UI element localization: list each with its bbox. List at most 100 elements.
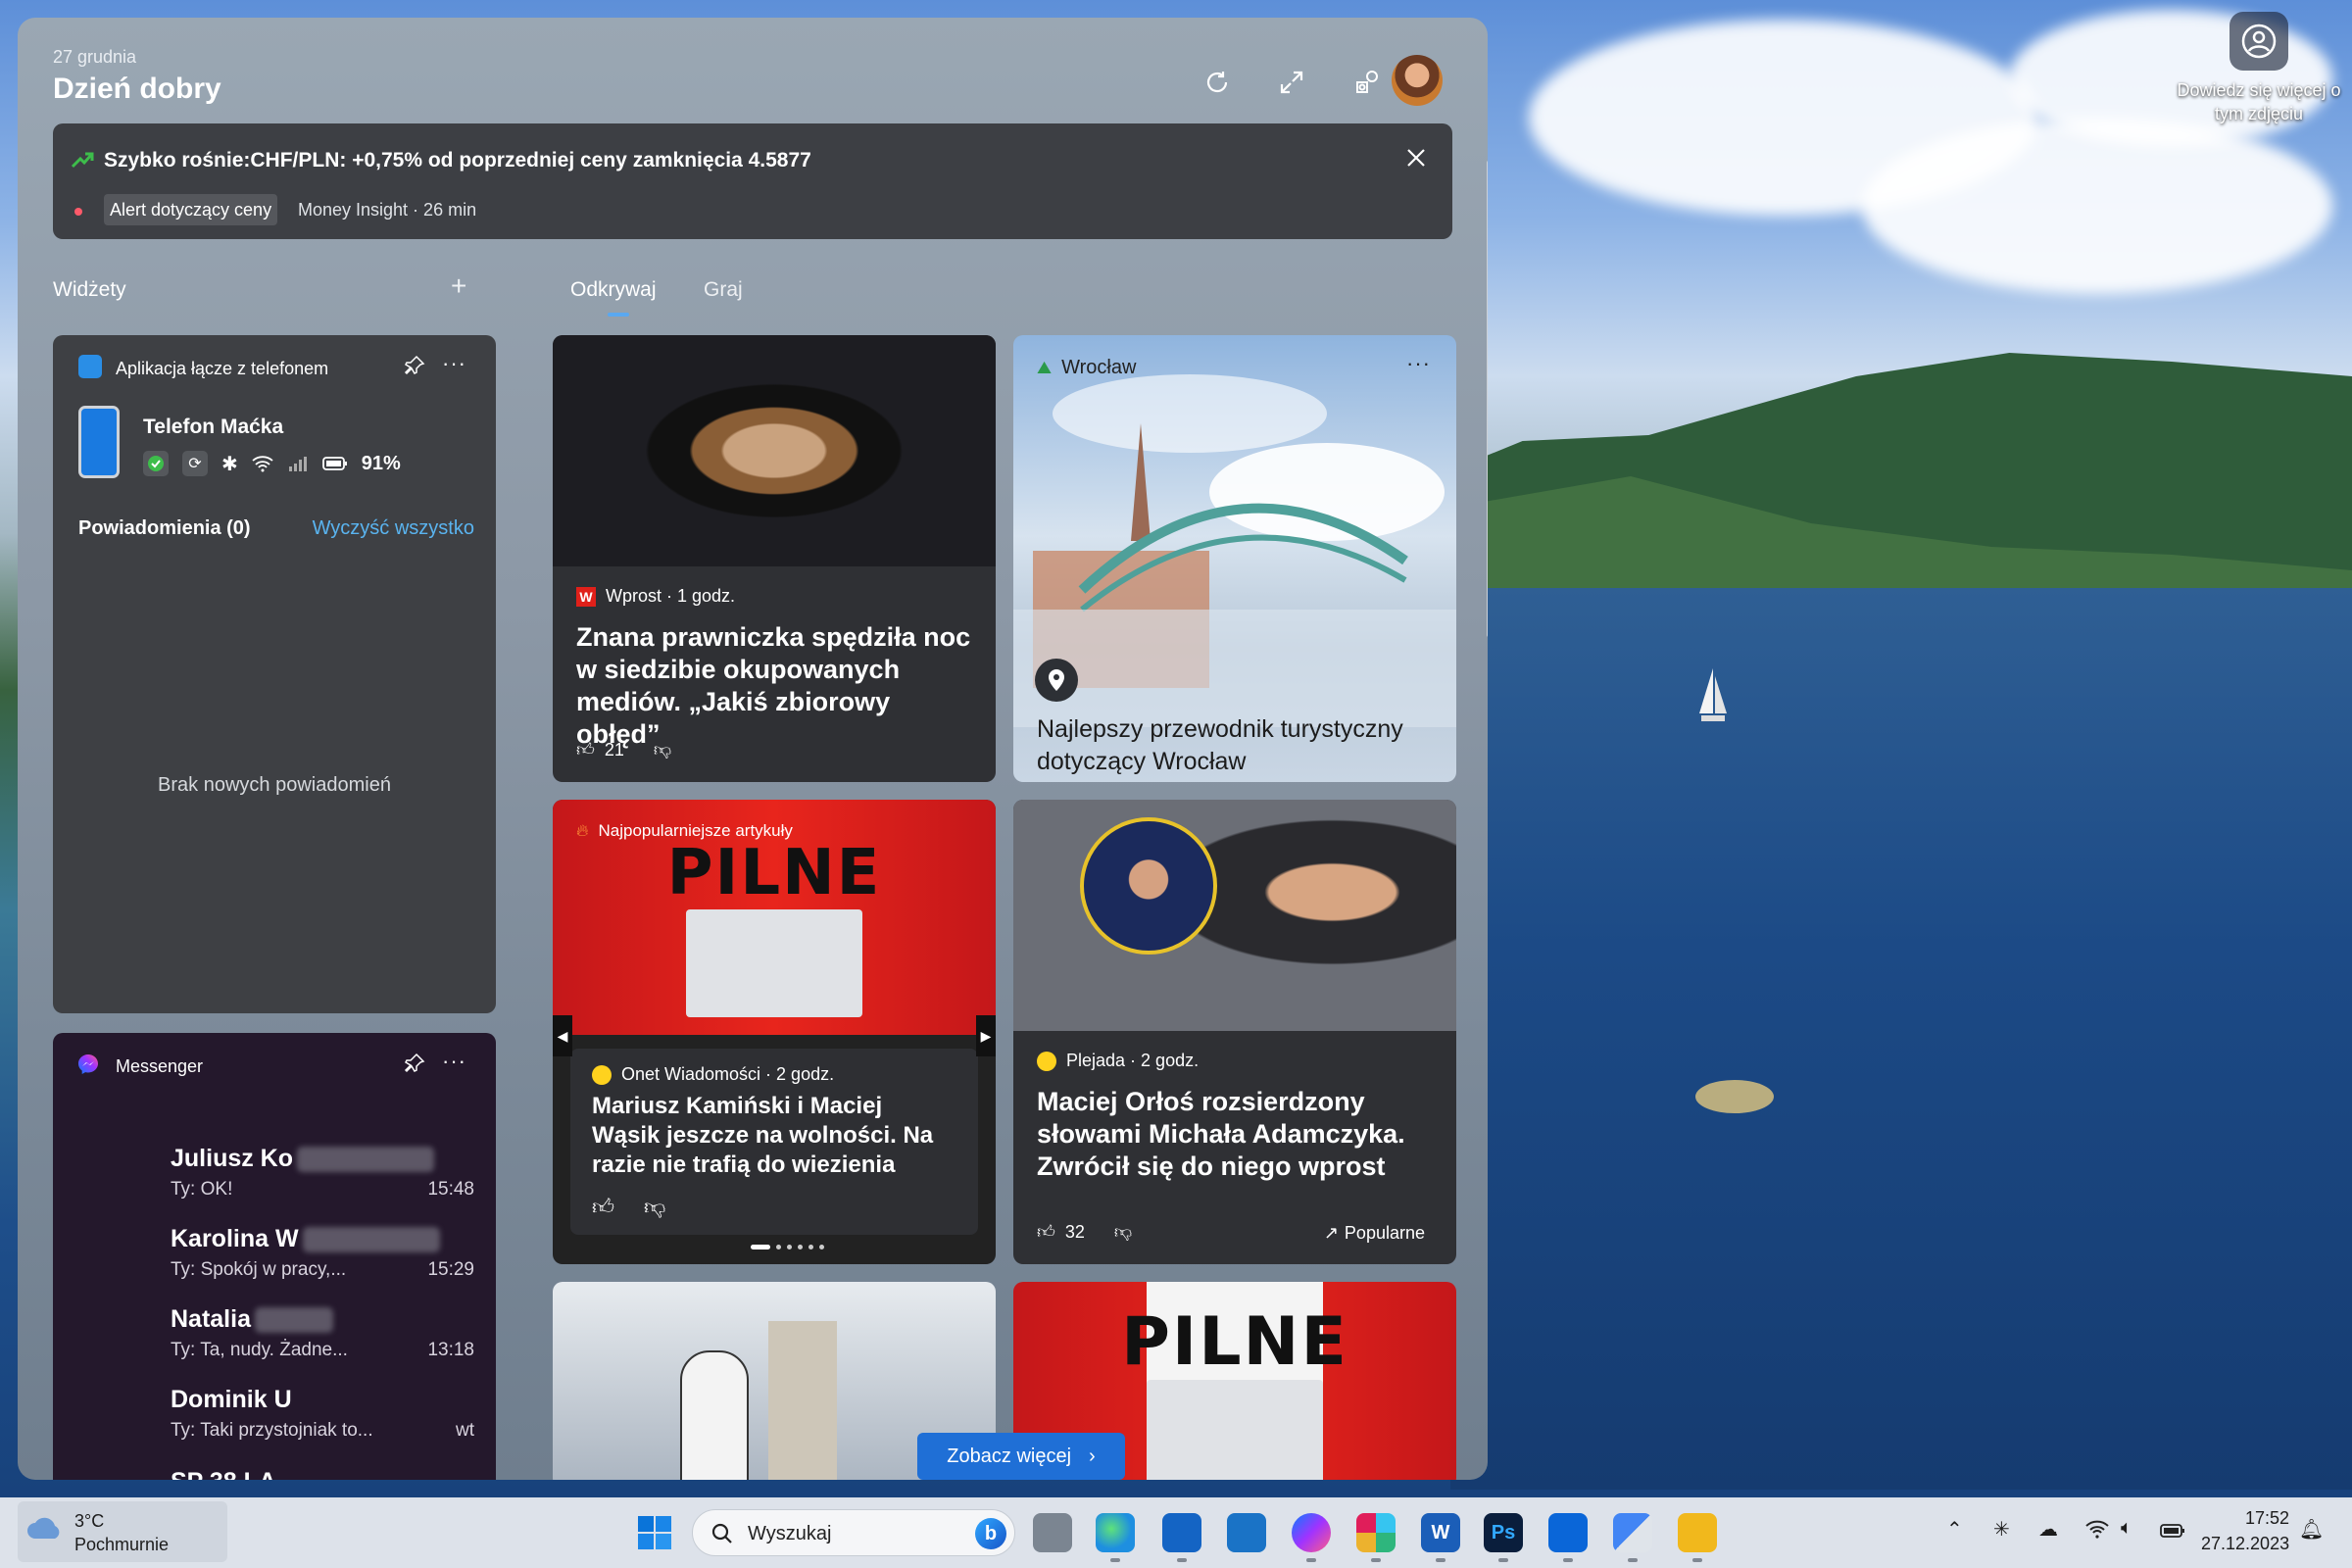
task-view-icon[interactable]	[1033, 1513, 1072, 1552]
card-title: Najlepszy przewodnik turystyczny dotyczą…	[1037, 715, 1403, 775]
page-dot[interactable]	[798, 1245, 803, 1250]
dislike-icon[interactable]: 👎︎	[1114, 1221, 1132, 1243]
chat-time: 13:18	[427, 1340, 474, 1360]
cloud	[1862, 118, 2332, 294]
messenger-app-icon[interactable]	[1292, 1513, 1331, 1562]
redacted-text	[302, 1226, 440, 1252]
redacted-text	[297, 1146, 435, 1172]
trello-icon[interactable]	[1548, 1513, 1588, 1562]
messenger-widget: Messenger ··· Juliusz Ko Ty: OK! 15:48 Ka…	[53, 1033, 496, 1480]
learn-more-label: Dowiedz się więcej o tym zdjęciu	[2177, 80, 2341, 123]
alert-dot	[74, 208, 82, 216]
profile-avatar[interactable]	[1392, 55, 1443, 106]
chevron-up-icon[interactable]: ⌃	[1946, 1517, 1963, 1542]
header-greeting: Dzień dobry	[53, 73, 221, 105]
battery-tray-icon[interactable]	[2160, 1523, 2185, 1539]
page-dot[interactable]	[776, 1245, 781, 1250]
taskbar-search[interactable]: Wyszukaj b	[692, 1509, 1015, 1556]
battery-icon	[321, 457, 347, 470]
photoshop-icon[interactable]: Ps	[1484, 1513, 1523, 1562]
file-explorer-icon[interactable]	[1678, 1513, 1717, 1562]
chat-item[interactable]: Natalia Ty: Ta, nudy. Żadne... 13:18	[171, 1305, 474, 1361]
see-more-button[interactable]: Zobacz więcej ›	[917, 1433, 1125, 1480]
more-options-icon[interactable]: ···	[442, 351, 466, 376]
pin-icon[interactable]	[404, 355, 425, 376]
tab-discover[interactable]: Odkrywaj	[570, 278, 657, 302]
more-options-icon[interactable]: ···	[442, 1049, 466, 1074]
carousel-article[interactable]: Onet Wiadomości · 2 godz. Mariusz Kamińs…	[570, 1049, 978, 1235]
refresh-button[interactable]	[1196, 61, 1239, 104]
volume-icon[interactable]: 🔈︎	[2121, 1517, 2132, 1540]
top-stories-badge: 🔥︎ Najpopularniejsze artykuły	[576, 821, 793, 841]
windows-start-icon[interactable]	[635, 1513, 674, 1552]
clock[interactable]: 17:52 27.12.2023	[2201, 1505, 2289, 1556]
check-icon[interactable]	[143, 451, 169, 476]
bing-icon[interactable]: b	[975, 1518, 1006, 1549]
sea	[1450, 588, 2352, 1490]
top-stories-carousel[interactable]: PILNE 🔥︎ Najpopularniejsze artykuły Onet…	[553, 800, 996, 1264]
scrollbar[interactable]	[1487, 161, 1488, 637]
translator-icon[interactable]	[1613, 1513, 1652, 1562]
like-icon[interactable]: 👍︎	[576, 739, 595, 760]
close-icon[interactable]	[1401, 143, 1431, 172]
dislike-icon[interactable]: 👎︎	[644, 1194, 665, 1220]
trend-up-icon	[71, 152, 94, 169]
signal-icon	[288, 457, 307, 471]
add-widget-button[interactable]: +	[451, 270, 466, 302]
expand-button[interactable]	[1270, 61, 1313, 104]
weather-widget[interactable]: 3°C Pochmurnie	[18, 1501, 227, 1562]
pilne-image-text: PILNE	[666, 837, 882, 909]
chat-time: wt	[456, 1420, 474, 1441]
travel-card[interactable]: ⛰ Wrocław ··· Najlepszy przewodnik turys…	[1013, 335, 1456, 782]
clock-date: 27.12.2023	[2201, 1534, 2290, 1553]
outlook-icon[interactable]	[1162, 1513, 1201, 1562]
taskbar: 3°C Pochmurnie Wyszukaj b W Ps ⌃ ✳ ☁ 🔈︎ …	[0, 1497, 2352, 1568]
page-dot[interactable]	[808, 1245, 813, 1250]
chat-item[interactable]: Karolina W Ty: Spokój w pracy,... 15:29	[171, 1225, 474, 1281]
pin-icon[interactable]	[404, 1053, 425, 1074]
refresh-icon	[1206, 72, 1228, 93]
notification-bell-icon[interactable]: 🔔︎	[2299, 1517, 2324, 1542]
carousel-pagination[interactable]	[751, 1245, 824, 1250]
alert-title: Szybko rośnie:CHF/PLN: +0,75% od poprzed…	[104, 149, 811, 172]
alert-tag: Alert dotyczący ceny	[104, 194, 278, 225]
carousel-next-button[interactable]: ▶	[976, 1015, 996, 1056]
learn-about-picture[interactable]: Dowiedz się więcej o tym zdjęciu	[2171, 12, 2347, 125]
dislike-icon[interactable]: 👎︎	[654, 739, 671, 760]
like-icon[interactable]: 👍︎	[1037, 1221, 1055, 1243]
map-pin-icon	[1035, 659, 1078, 702]
article-title: Maciej Orłoś rozsierdzony słowami Michał…	[1037, 1087, 1405, 1181]
slack-tray-icon[interactable]: ✳	[1993, 1517, 2010, 1542]
carousel-prev-button[interactable]: ◀	[553, 1015, 572, 1056]
page-dot[interactable]	[751, 1245, 770, 1250]
news-card[interactable]: W Wprost · 1 godz. Znana prawniczka spęd…	[553, 335, 996, 782]
more-options-icon[interactable]: ···	[1406, 351, 1431, 376]
price-alert-banner[interactable]: Szybko rośnie:CHF/PLN: +0,75% od poprzed…	[53, 123, 1452, 239]
source-label: Plejada · 2 godz.	[1066, 1051, 1200, 1070]
sync-icon[interactable]: ⟳	[182, 451, 208, 476]
chat-item[interactable]: Dominik U Ty: Taki przystojniak to... wt	[171, 1386, 474, 1442]
news-card[interactable]: Plejada · 2 godz. Maciej Orłoś rozsierdz…	[1013, 800, 1456, 1264]
tab-play[interactable]: Graj	[704, 278, 743, 302]
people-button[interactable]	[1347, 61, 1390, 104]
phone-icon	[78, 406, 120, 478]
clear-all-link[interactable]: Wyczyść wszystko	[313, 517, 474, 540]
onedrive-icon[interactable]: ☁	[2038, 1517, 2058, 1542]
article-source: W Wprost · 1 godz.	[576, 586, 735, 607]
reactions: 👍︎ 32 👎︎	[1037, 1221, 1132, 1243]
chat-item[interactable]: SP 38 LA	[171, 1468, 474, 1480]
article-image	[553, 335, 996, 566]
expand-icon	[1280, 71, 1303, 94]
source-label: Wprost · 1 godz.	[606, 586, 736, 606]
store-icon[interactable]	[1227, 1513, 1266, 1552]
edge-icon[interactable]	[1096, 1513, 1135, 1562]
slack-icon[interactable]	[1356, 1513, 1396, 1562]
chat-item[interactable]: Juliusz Ko Ty: OK! 15:48	[171, 1145, 474, 1200]
chat-preview: Ty: Spokój w pracy,...	[171, 1259, 347, 1280]
phone-link-icon	[78, 355, 102, 378]
page-dot[interactable]	[819, 1245, 824, 1250]
like-icon[interactable]: 👍︎	[592, 1194, 614, 1220]
word-icon[interactable]: W	[1421, 1513, 1460, 1562]
wifi-tray-icon[interactable]	[2085, 1519, 2109, 1539]
page-dot[interactable]	[787, 1245, 792, 1250]
